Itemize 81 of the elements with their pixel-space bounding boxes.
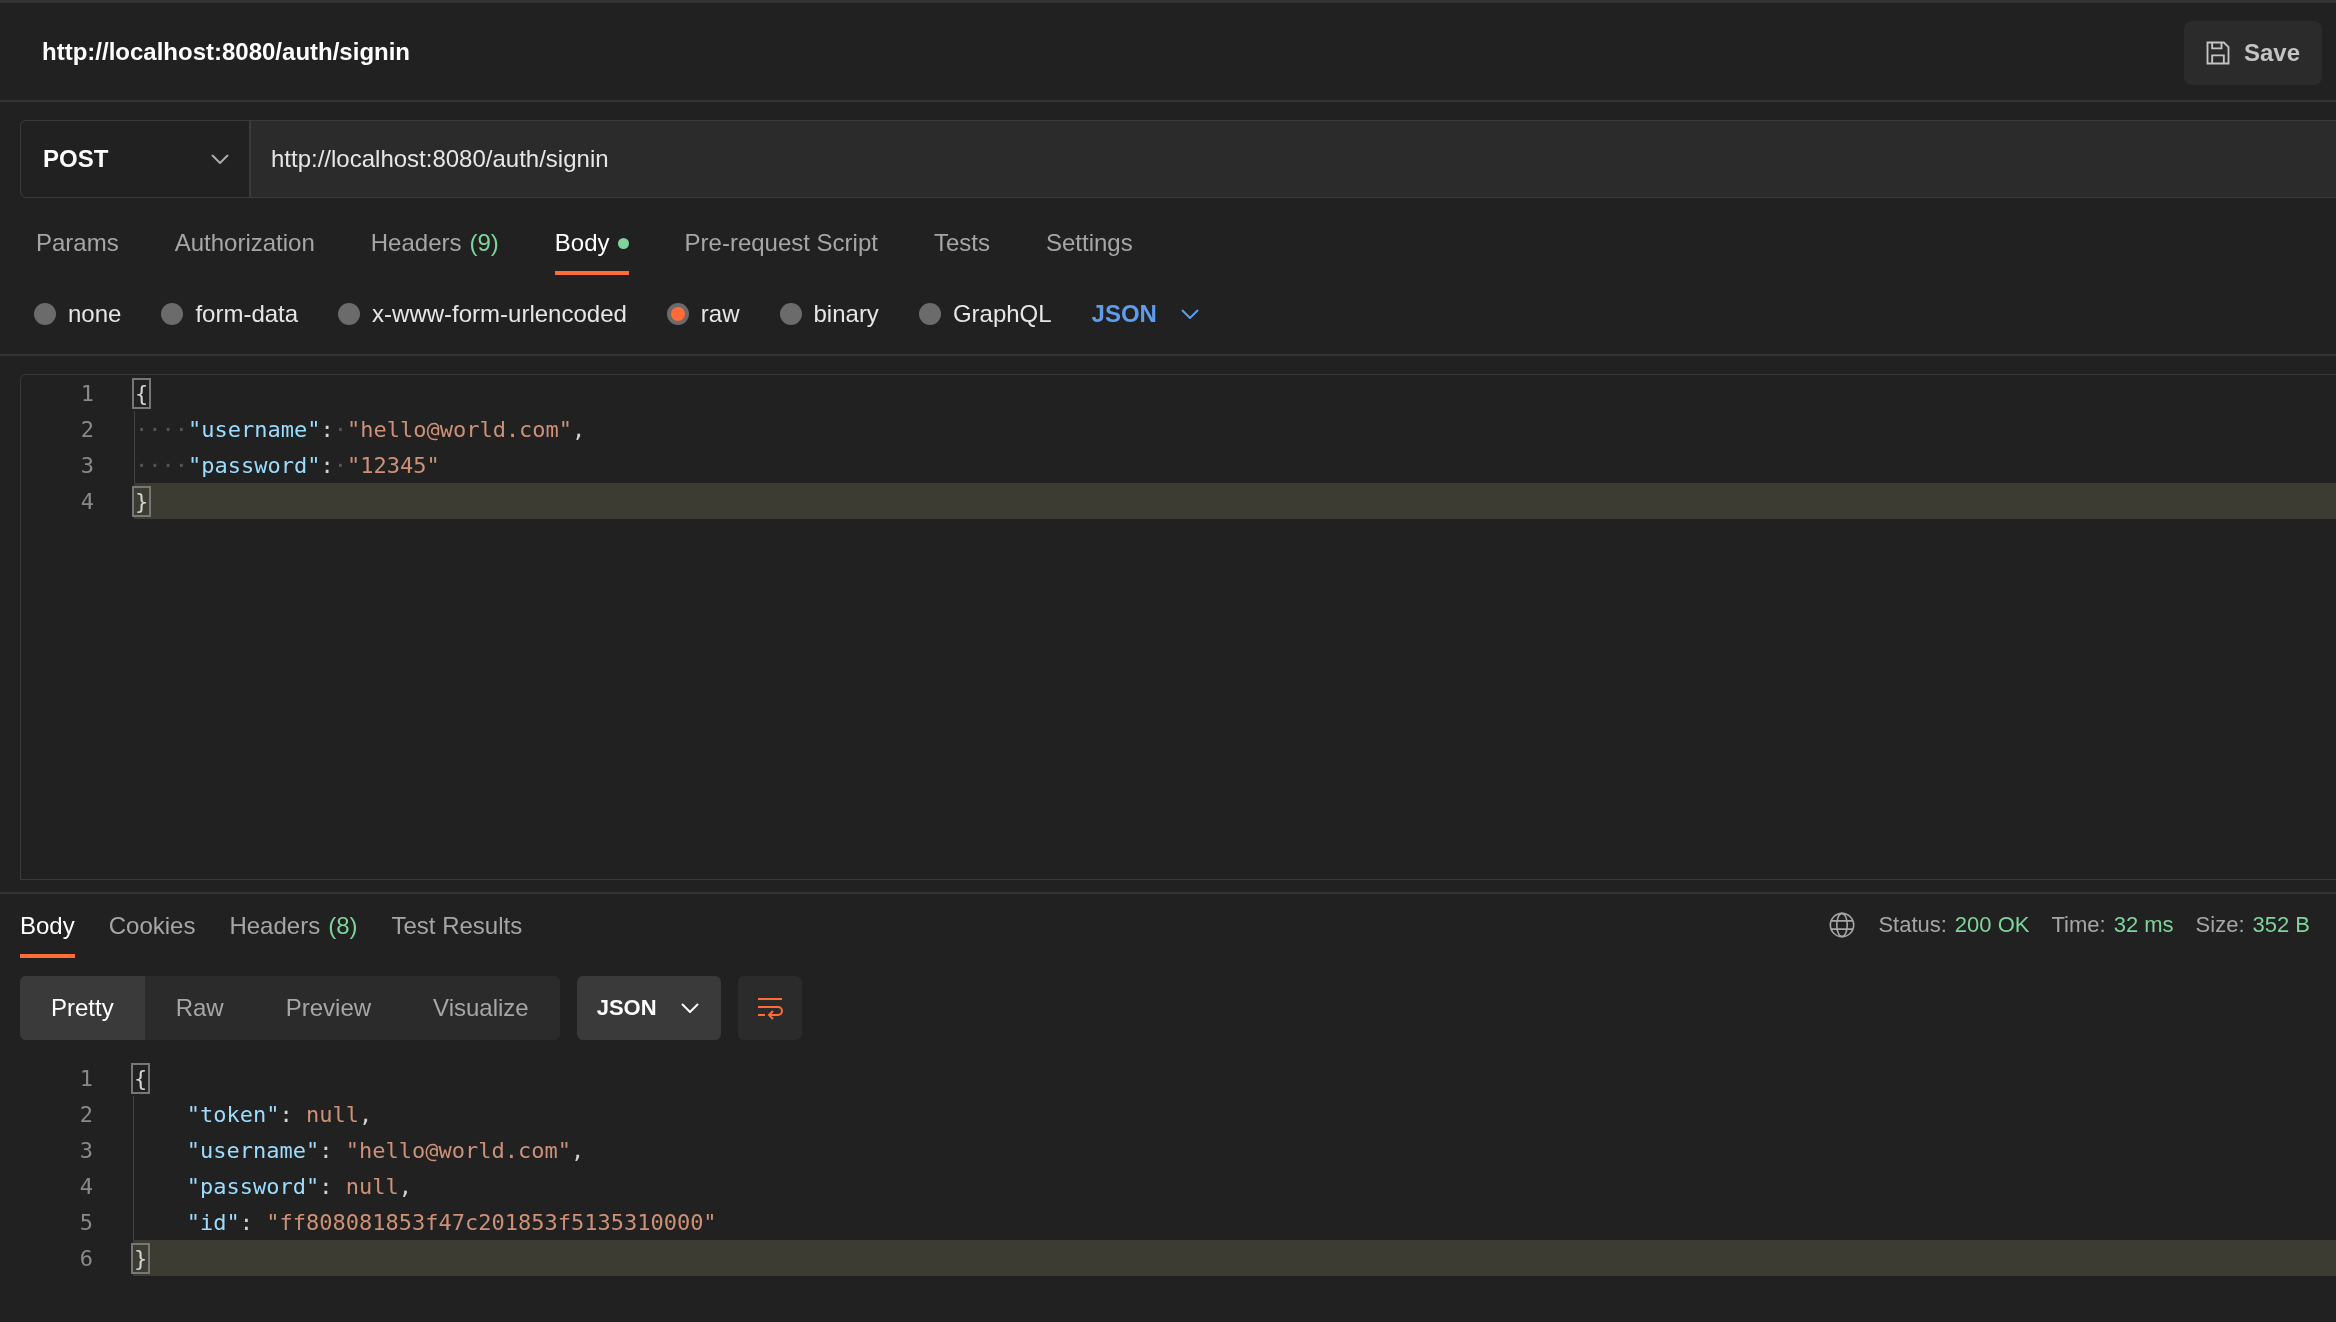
matched-brace: } bbox=[134, 1245, 148, 1271]
view-mode-tab[interactable]: Visualize bbox=[402, 976, 560, 1040]
code-token: : bbox=[319, 1173, 334, 1199]
body-type-radio[interactable]: GraphQL bbox=[918, 300, 1052, 328]
line-number: 4 bbox=[79, 488, 95, 514]
line-number: 1 bbox=[78, 1065, 94, 1091]
code-token: "hello@world.com" bbox=[345, 1137, 571, 1163]
code-editor[interactable]: 1 { 2 ····"username":·"hello@world.com", 3 ····"password":·"12345" 4 } bbox=[20, 374, 2336, 880]
request-tab[interactable]: Headers (9) bbox=[370, 228, 499, 275]
chevron-down-icon bbox=[680, 1003, 699, 1013]
line-number: 2 bbox=[78, 1101, 94, 1127]
radio-label: GraphQL bbox=[952, 300, 1052, 328]
stat-label: Time: bbox=[2051, 912, 2106, 938]
body-type-radio[interactable]: raw bbox=[666, 300, 740, 328]
wrap-lines-button[interactable] bbox=[737, 976, 802, 1040]
code-token: , bbox=[398, 1173, 412, 1199]
line-number: 2 bbox=[79, 416, 95, 442]
stat-label: Status: bbox=[1878, 912, 1947, 938]
code-token: "ff808081853f47c201853f5135310000" bbox=[266, 1209, 717, 1235]
code-token: : bbox=[319, 1137, 334, 1163]
request-tab[interactable]: Params bbox=[36, 228, 119, 275]
whitespace-dots: ···· bbox=[135, 452, 188, 478]
request-tab[interactable]: Authorization bbox=[174, 228, 315, 275]
format-dropdown[interactable]: JSON bbox=[576, 976, 721, 1040]
stat-value: 200 OK bbox=[1954, 912, 2030, 938]
code-token: "hello@world.com" bbox=[346, 416, 573, 442]
radio-label: form-data bbox=[195, 300, 299, 328]
line-number: 1 bbox=[79, 380, 95, 406]
response-tab[interactable]: Test Results bbox=[391, 911, 523, 958]
code-token: null bbox=[345, 1173, 399, 1199]
whitespace-dots: · bbox=[333, 452, 347, 478]
code-token: "password" bbox=[186, 1173, 320, 1199]
matched-brace: } bbox=[135, 488, 149, 514]
request-title: http://localhost:8080/auth/signin bbox=[42, 37, 411, 66]
format-select[interactable]: JSON bbox=[1091, 300, 1199, 328]
line-number: 3 bbox=[78, 1137, 94, 1163]
request-tab[interactable]: Pre-request Script bbox=[684, 228, 878, 275]
code-token: , bbox=[359, 1101, 373, 1127]
wrap-lines-icon bbox=[755, 996, 784, 1020]
stat-value: 32 ms bbox=[2113, 912, 2174, 938]
stat-value: 352 B bbox=[2252, 912, 2310, 938]
view-mode-tab[interactable]: Raw bbox=[144, 976, 255, 1040]
code-token: "token" bbox=[186, 1101, 280, 1127]
body-type-radio[interactable]: none bbox=[34, 300, 122, 328]
save-button[interactable]: Save bbox=[2183, 20, 2322, 85]
code-token: "username" bbox=[188, 416, 321, 442]
radio-label: binary bbox=[813, 300, 879, 328]
view-mode-tab[interactable]: Preview bbox=[254, 976, 403, 1040]
request-tab[interactable]: Settings bbox=[1045, 228, 1133, 275]
response-tab[interactable]: Cookies bbox=[108, 911, 196, 958]
request-tab[interactable]: Tests bbox=[933, 228, 990, 275]
matched-brace: { bbox=[134, 1065, 148, 1091]
body-type-radio[interactable]: binary bbox=[779, 300, 879, 328]
radio-label: raw bbox=[700, 300, 740, 328]
code-token: null bbox=[306, 1101, 359, 1127]
line-number: 5 bbox=[78, 1209, 94, 1235]
code-token: "username" bbox=[186, 1137, 320, 1163]
whitespace-dots: · bbox=[333, 416, 347, 442]
matched-brace: { bbox=[135, 380, 149, 406]
response-tab[interactable]: Body bbox=[20, 911, 75, 958]
code-token: , bbox=[570, 1137, 585, 1163]
code-token: : bbox=[320, 416, 334, 442]
body-type-radio[interactable]: form-data bbox=[161, 300, 299, 328]
stat-label: Size: bbox=[2195, 912, 2245, 938]
code-token: , bbox=[572, 416, 586, 442]
response-tab[interactable]: Headers (8) bbox=[229, 911, 358, 958]
code-token: "id" bbox=[186, 1209, 240, 1235]
radio-label: none bbox=[68, 300, 122, 328]
whitespace-dots: ···· bbox=[135, 416, 188, 442]
line-number: 3 bbox=[79, 452, 95, 478]
request-tab[interactable]: Body bbox=[554, 228, 629, 275]
line-number: 4 bbox=[78, 1173, 94, 1199]
line-number: 6 bbox=[78, 1245, 94, 1271]
code-token: : bbox=[320, 452, 334, 478]
globe-icon[interactable] bbox=[1828, 911, 1857, 939]
code-token: "password" bbox=[188, 452, 321, 478]
view-mode-tab[interactable]: Pretty bbox=[20, 976, 145, 1040]
code-token: : bbox=[279, 1101, 294, 1127]
chevron-down-icon bbox=[1180, 309, 1199, 319]
code-token: "12345" bbox=[346, 452, 440, 478]
code-token: : bbox=[239, 1209, 255, 1235]
